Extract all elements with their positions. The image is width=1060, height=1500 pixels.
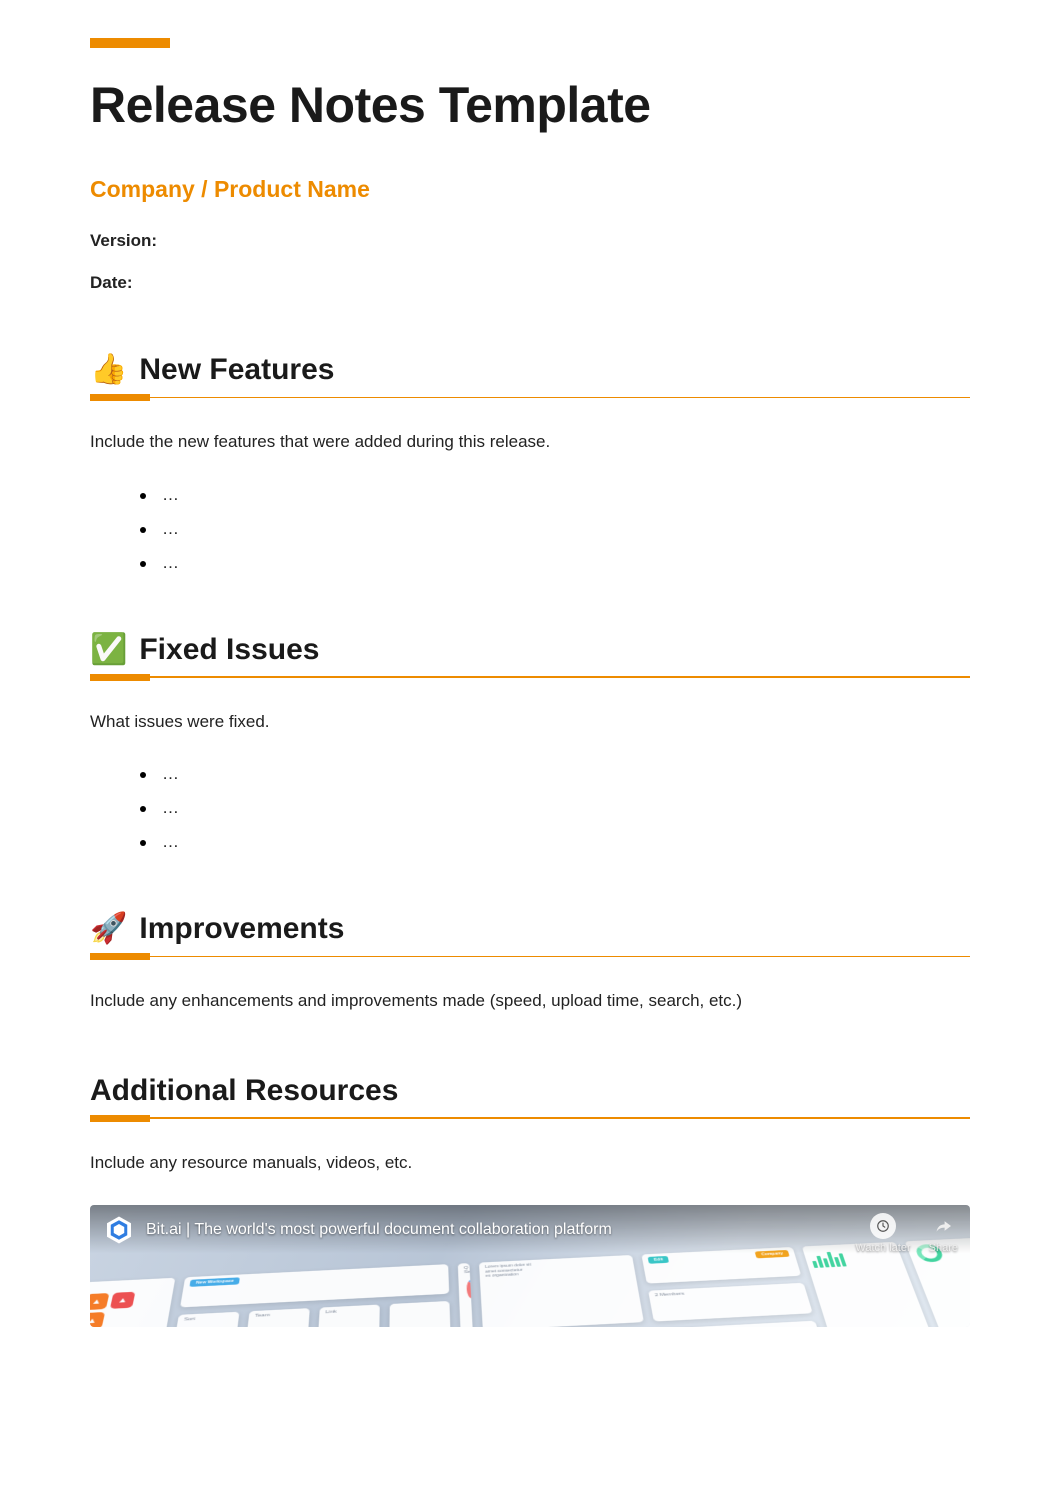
share-icon (930, 1213, 956, 1239)
section-new-features: 👍 New Features Include the new features … (90, 353, 970, 573)
watch-later-button[interactable]: Watch later (855, 1213, 910, 1254)
improvements-desc: Include any enhancements and improvement… (90, 988, 970, 1014)
accent-bar (90, 38, 170, 48)
section-resources: Additional Resources Include any resourc… (90, 1074, 970, 1328)
date-label: Date: (90, 273, 970, 293)
embedded-video[interactable]: spaces ▲▲▲ ▲▲ New Workspace Q Search Lor… (90, 1205, 970, 1327)
list-item: … (140, 764, 970, 784)
section-underline (90, 673, 970, 681)
section-fixed-issues: ✅ Fixed Issues What issues were fixed. …… (90, 633, 970, 853)
resources-desc: Include any resource manuals, videos, et… (90, 1150, 970, 1176)
new-features-desc: Include the new features that were added… (90, 429, 970, 455)
section-underline (90, 952, 970, 960)
bitai-logo-icon (104, 1215, 134, 1245)
section-title-resources: Additional Resources (90, 1074, 398, 1108)
thumbs-up-icon: 👍 (90, 355, 127, 385)
section-title-improvements: Improvements (139, 912, 344, 946)
check-mark-icon: ✅ (90, 635, 127, 665)
version-label: Version: (90, 231, 970, 251)
list-item: … (140, 798, 970, 818)
list-item: … (140, 553, 970, 573)
clock-icon (870, 1213, 896, 1239)
page-title: Release Notes Template (90, 76, 970, 134)
share-button[interactable]: Share (929, 1213, 958, 1254)
list-item: … (140, 519, 970, 539)
new-features-list: … … … (90, 485, 970, 573)
fixed-issues-list: … … … (90, 764, 970, 852)
section-title-fixed-issues: Fixed Issues (139, 633, 319, 667)
section-underline (90, 1114, 970, 1122)
list-item: … (140, 832, 970, 852)
section-underline (90, 393, 970, 401)
rocket-icon: 🚀 (90, 914, 127, 944)
section-title-new-features: New Features (139, 353, 334, 387)
section-improvements: 🚀 Improvements Include any enhancements … (90, 912, 970, 1014)
company-name-heading: Company / Product Name (90, 176, 970, 203)
fixed-issues-desc: What issues were fixed. (90, 709, 970, 735)
video-title: Bit.ai | The world's most powerful docum… (146, 1221, 612, 1239)
list-item: … (140, 485, 970, 505)
